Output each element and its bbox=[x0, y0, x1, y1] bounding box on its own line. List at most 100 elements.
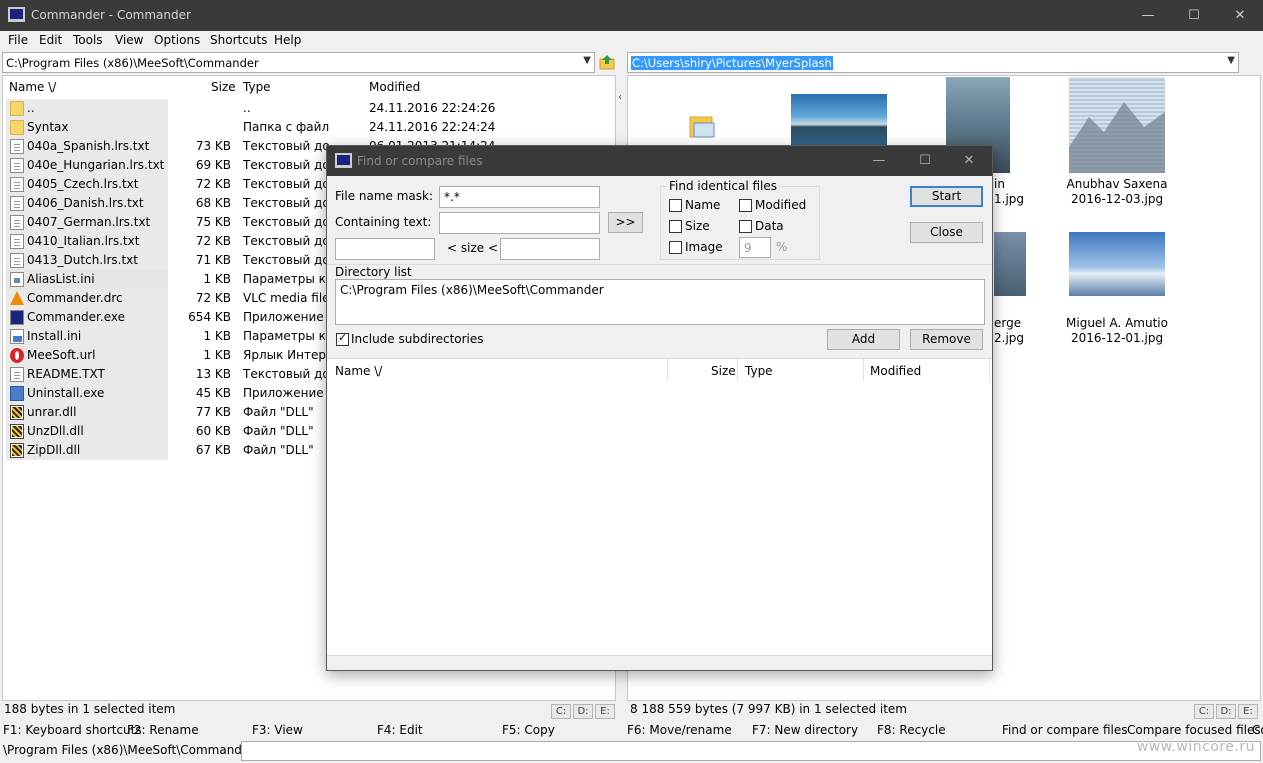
dialog-close-action-button[interactable]: Close bbox=[910, 222, 983, 243]
left-path-combobox[interactable]: C:\Program Files (x86)\MeeSoft\Commander… bbox=[2, 52, 595, 73]
text-file-icon bbox=[10, 215, 24, 230]
file-type: Папка с файлами bbox=[243, 120, 329, 134]
go-up-folder-icon[interactable] bbox=[599, 54, 616, 71]
menu-edit[interactable]: Edit bbox=[39, 33, 62, 47]
menu-tools[interactable]: Tools bbox=[73, 33, 103, 47]
partial-thumbnail[interactable] bbox=[994, 232, 1026, 296]
column-size-header[interactable]: Size bbox=[211, 80, 236, 94]
menu-shortcuts[interactable]: Shortcuts bbox=[210, 33, 267, 47]
results-list[interactable]: Name \/ Size Type Modified bbox=[327, 358, 992, 655]
file-name: ZipDll.dll bbox=[27, 443, 81, 457]
f6-move-rename-button[interactable]: F6: Move/rename bbox=[627, 723, 732, 737]
f1-keyboard-shortcuts-button[interactable]: F1: Keyboard shortcuts bbox=[3, 723, 142, 737]
size-max-input[interactable] bbox=[500, 238, 600, 260]
results-name-header[interactable]: Name \/ bbox=[335, 364, 382, 378]
image-threshold-input[interactable]: 9 bbox=[739, 237, 771, 258]
results-type-header[interactable]: Type bbox=[745, 364, 773, 378]
file-type: Текстовый докум bbox=[243, 177, 329, 191]
find-compare-files-button[interactable]: Find or compare files bbox=[1002, 723, 1127, 737]
text-file-icon bbox=[10, 196, 24, 211]
file-size: 75 KB bbox=[195, 215, 231, 229]
drive-d-button[interactable]: D: bbox=[573, 704, 593, 719]
column-name-header[interactable]: Name \/ bbox=[9, 80, 56, 94]
f4-edit-button[interactable]: F4: Edit bbox=[377, 723, 423, 737]
file-type: Файл "DLL" bbox=[243, 424, 314, 438]
containing-text-input[interactable] bbox=[439, 212, 600, 234]
identical-name-checkbox[interactable] bbox=[669, 199, 682, 212]
file-mask-input[interactable]: *.* bbox=[439, 186, 600, 208]
file-row[interactable]: Syntax Папка с файлами 24.11.2016 22:24:24 bbox=[3, 118, 615, 137]
remove-directory-button[interactable]: Remove bbox=[910, 329, 983, 350]
identical-modified-checkbox[interactable] bbox=[739, 199, 752, 212]
start-button[interactable]: Start bbox=[910, 186, 983, 207]
command-input[interactable] bbox=[241, 741, 1261, 761]
minimize-button[interactable]: — bbox=[1125, 0, 1171, 31]
snowy-peaks-thumbnail[interactable] bbox=[1069, 77, 1165, 173]
file-size: 72 KB bbox=[195, 234, 231, 248]
file-mask-label: File name mask: bbox=[335, 189, 434, 203]
file-type: Текстовый докум bbox=[243, 253, 329, 267]
file-row[interactable]: .... 24.11.2016 22:24:26 bbox=[3, 99, 615, 118]
drive-e-button[interactable]: E: bbox=[595, 704, 615, 719]
results-modified-header[interactable]: Modified bbox=[870, 364, 921, 378]
chevron-down-icon[interactable]: ▼ bbox=[1227, 55, 1235, 66]
file-modified: 24.11.2016 22:24:24 bbox=[369, 120, 496, 134]
f2-rename-button[interactable]: F2: Rename bbox=[127, 723, 199, 737]
title-bar: Commander - Commander — ☐ ✕ bbox=[0, 0, 1263, 31]
text-file-icon bbox=[10, 158, 24, 173]
identical-image-checkbox[interactable] bbox=[669, 241, 682, 254]
more-fkey-button[interactable]: Co bbox=[1252, 723, 1263, 737]
f8-recycle-button[interactable]: F8: Recycle bbox=[877, 723, 946, 737]
file-name: 0405_Czech.lrs.txt bbox=[27, 177, 139, 191]
compare-focused-files-button[interactable]: Compare focused files bbox=[1127, 723, 1261, 737]
identical-size-checkbox[interactable] bbox=[669, 220, 682, 233]
f3-view-button[interactable]: F3: View bbox=[252, 723, 303, 737]
close-button[interactable]: ✕ bbox=[1217, 0, 1263, 31]
dialog-minimize-button[interactable]: — bbox=[856, 146, 902, 176]
menu-file[interactable]: File bbox=[8, 33, 28, 47]
column-type-header[interactable]: Type bbox=[243, 80, 271, 94]
drive-d-button[interactable]: D: bbox=[1216, 704, 1236, 719]
include-subdirs-label: Include subdirectories bbox=[351, 332, 484, 346]
right-path-text: C:\Users\shiry\Pictures\MyerSplash bbox=[631, 56, 833, 70]
lake-mountain-thumbnail[interactable] bbox=[791, 94, 887, 149]
dialog-maximize-button[interactable]: ☐ bbox=[902, 146, 948, 176]
include-subdirs-checkbox[interactable] bbox=[336, 331, 349, 346]
column-modified-header[interactable]: Modified bbox=[369, 80, 420, 94]
app-exe-icon bbox=[10, 310, 24, 325]
size-min-input[interactable] bbox=[335, 238, 435, 260]
file-size: 1 KB bbox=[203, 272, 231, 286]
folder-icon bbox=[10, 120, 24, 135]
file-size: 68 KB bbox=[195, 196, 231, 210]
maximize-button[interactable]: ☐ bbox=[1171, 0, 1217, 31]
column-separator[interactable] bbox=[667, 359, 668, 381]
expand-text-button[interactable]: >> bbox=[608, 212, 643, 233]
f5-copy-button[interactable]: F5: Copy bbox=[502, 723, 555, 737]
splitter-left-arrow-icon[interactable]: ‹ bbox=[618, 92, 622, 103]
chevron-down-icon[interactable]: ▼ bbox=[583, 55, 591, 66]
f7-new-directory-button[interactable]: F7: New directory bbox=[752, 723, 858, 737]
menu-view[interactable]: View bbox=[115, 33, 143, 47]
drive-e-button[interactable]: E: bbox=[1238, 704, 1258, 719]
drive-c-button[interactable]: C: bbox=[551, 704, 571, 719]
containing-text-label: Containing text: bbox=[335, 215, 432, 229]
directory-list-textarea[interactable]: C:\Program Files (x86)\MeeSoft\Commander bbox=[335, 279, 985, 325]
size-range-label: < size < bbox=[447, 241, 499, 255]
dll-file-icon bbox=[10, 443, 24, 458]
right-path-combobox[interactable]: C:\Users\shiry\Pictures\MyerSplash ▼ bbox=[627, 52, 1239, 73]
file-name: unrar.dll bbox=[27, 405, 77, 419]
menu-options[interactable]: Options bbox=[154, 33, 200, 47]
add-directory-button[interactable]: Add bbox=[827, 329, 900, 350]
column-separator[interactable] bbox=[989, 359, 990, 381]
column-separator[interactable] bbox=[737, 359, 738, 381]
file-size: 73 KB bbox=[195, 139, 231, 153]
folder-up-thumbnail[interactable] bbox=[688, 111, 718, 141]
column-separator[interactable] bbox=[863, 359, 864, 381]
menu-help[interactable]: Help bbox=[274, 33, 301, 47]
file-type: VLC media file ( bbox=[243, 291, 329, 305]
drive-c-button[interactable]: C: bbox=[1194, 704, 1214, 719]
results-size-header[interactable]: Size bbox=[711, 364, 736, 378]
identical-data-checkbox[interactable] bbox=[739, 220, 752, 233]
dialog-close-button[interactable]: ✕ bbox=[946, 146, 992, 176]
mountain-clouds-thumbnail[interactable] bbox=[1069, 232, 1165, 296]
